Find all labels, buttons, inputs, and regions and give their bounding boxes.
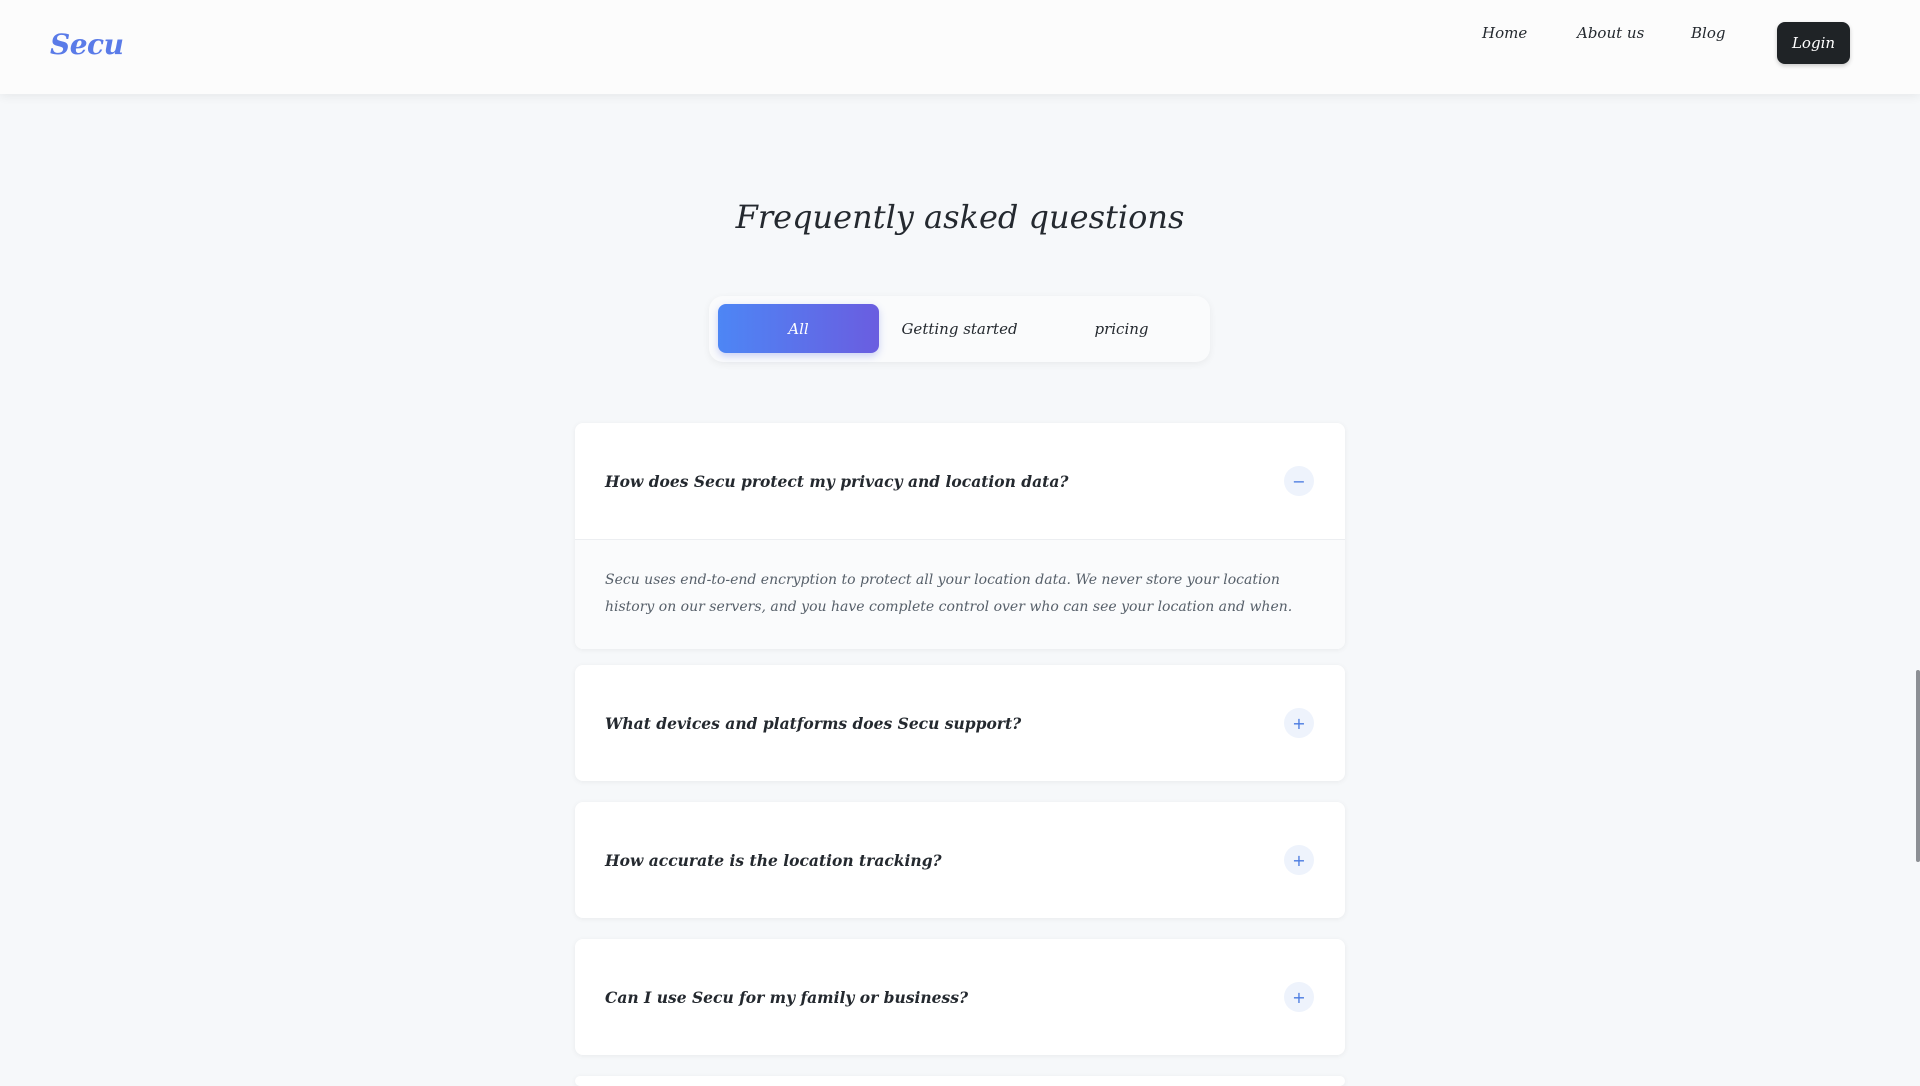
faq-item: Can I use Secu for my family or business… — [575, 939, 1345, 1055]
tab-getting-started[interactable]: Getting started — [879, 304, 1040, 353]
faq-answer: Secu uses end-to-end encryption to prote… — [575, 540, 1345, 649]
faq-question: What devices and platforms does Secu sup… — [605, 713, 1022, 733]
plus-icon[interactable]: + — [1284, 708, 1314, 738]
site-header: Secu Home About us Blog Login — [0, 0, 1920, 94]
faq-item: How does Secu protect my privacy and loc… — [575, 423, 1345, 649]
brand-logo[interactable]: Secu — [50, 28, 124, 61]
nav-link-about-us[interactable]: About us — [1577, 24, 1644, 42]
tab-all[interactable]: All — [718, 304, 879, 353]
page-scrollbar-thumb[interactable] — [1916, 670, 1920, 862]
nav-link-blog[interactable]: Blog — [1691, 24, 1725, 42]
login-button[interactable]: Login — [1777, 22, 1850, 64]
faq-item: How accurate is the location tracking? + — [575, 802, 1345, 918]
faq-question: How accurate is the location tracking? — [605, 850, 942, 870]
faq-question: How does Secu protect my privacy and loc… — [605, 471, 1069, 491]
faq-question-header[interactable]: How does Secu protect my privacy and loc… — [575, 423, 1345, 539]
faq-category-tabs: All Getting started pricing — [709, 296, 1210, 362]
faq-question: Can I use Secu for my family or business… — [605, 987, 969, 1007]
faq-item — [575, 1076, 1345, 1086]
faq-question-header[interactable]: What devices and platforms does Secu sup… — [575, 665, 1345, 781]
tab-pricing[interactable]: pricing — [1041, 304, 1202, 353]
faq-question-header[interactable]: How accurate is the location tracking? + — [575, 802, 1345, 918]
plus-icon[interactable]: + — [1284, 982, 1314, 1012]
nav-link-home[interactable]: Home — [1482, 24, 1527, 42]
faq-item: What devices and platforms does Secu sup… — [575, 665, 1345, 781]
plus-icon[interactable]: + — [1284, 845, 1314, 875]
faq-heading: Frequently asked questions — [735, 198, 1185, 236]
faq-question-header[interactable]: Can I use Secu for my family or business… — [575, 939, 1345, 1055]
minus-icon[interactable]: − — [1284, 466, 1314, 496]
